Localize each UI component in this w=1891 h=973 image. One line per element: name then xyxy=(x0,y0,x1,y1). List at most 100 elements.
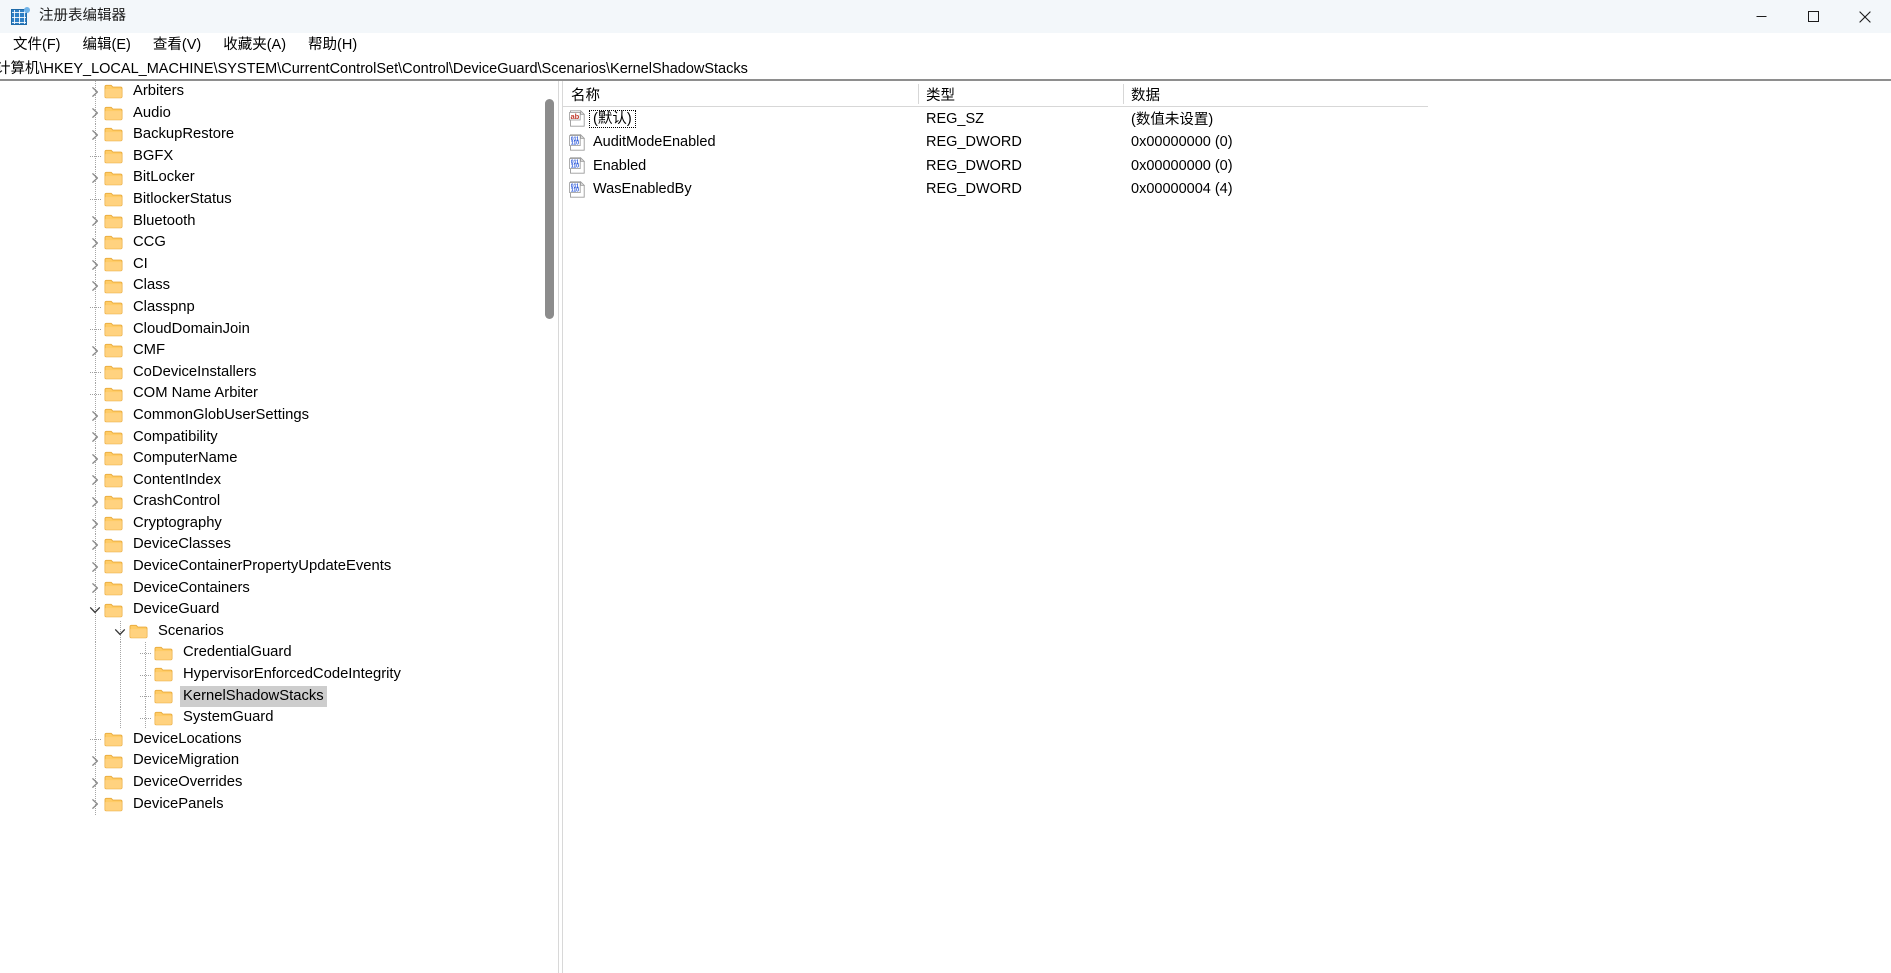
tree-node-hit[interactable]: CCG xyxy=(86,232,169,254)
chevron-right-icon[interactable] xyxy=(86,794,104,816)
tree-node[interactable]: SystemGuard xyxy=(0,707,558,729)
chevron-right-icon[interactable] xyxy=(86,491,104,513)
tree-node-hit[interactable]: ContentIndex xyxy=(86,470,224,492)
value-row[interactable]: 011 110 WasEnabledBy REG_DWORD 0x00000004 (4… xyxy=(563,178,1891,202)
tree-node-hit[interactable]: DeviceMigration xyxy=(86,750,242,772)
tree-node-hit[interactable]: HypervisorEnforcedCodeIntegrity xyxy=(136,664,404,686)
menu-file[interactable]: 文件(F) xyxy=(2,36,72,56)
tree-node[interactable]: Scenarios xyxy=(0,620,558,643)
tree-node-hit[interactable]: CrashControl xyxy=(86,491,223,513)
tree-node[interactable]: Bluetooth xyxy=(0,210,558,233)
tree-node[interactable]: CrashControl xyxy=(0,491,558,513)
chevron-right-icon[interactable] xyxy=(86,427,104,449)
chevron-right-icon[interactable] xyxy=(86,772,104,794)
tree-node[interactable]: COM Name Arbiter xyxy=(0,383,558,405)
tree-node[interactable]: CI xyxy=(0,253,558,276)
value-name-cell[interactable]: 011 110 AuditModeEnabled xyxy=(563,131,918,155)
tree-scrollbar-thumb[interactable] xyxy=(545,99,554,319)
tree-node-hit[interactable]: DeviceClasses xyxy=(86,534,234,556)
address-bar[interactable]: 计算机\HKEY_LOCAL_MACHINE\SYSTEM\CurrentCon… xyxy=(0,58,1891,81)
address-path[interactable]: 计算机\HKEY_LOCAL_MACHINE\SYSTEM\CurrentCon… xyxy=(0,59,748,79)
tree-node-hit[interactable]: COM Name Arbiter xyxy=(86,383,261,405)
tree-node-hit[interactable]: DeviceOverrides xyxy=(86,772,245,794)
chevron-right-icon[interactable] xyxy=(86,534,104,556)
tree-node[interactable]: DeviceGuard xyxy=(0,599,558,621)
tree-node-hit[interactable]: DeviceGuard xyxy=(86,599,222,621)
tree-node[interactable]: CloudDomainJoin xyxy=(0,318,558,341)
tree-node-hit[interactable]: CMF xyxy=(86,340,168,362)
value-row[interactable]: 011 110 AuditModeEnabled REG_DWORD 0x0000000… xyxy=(563,131,1891,155)
value-name-cell[interactable]: 011 110 Enabled xyxy=(563,154,918,178)
tree-node-hit[interactable]: BitLocker xyxy=(86,167,198,189)
tree-node[interactable]: DeviceContainerPropertyUpdateEvents xyxy=(0,556,558,578)
chevron-right-icon[interactable] xyxy=(86,556,104,578)
tree-node[interactable]: CredentialGuard xyxy=(0,642,558,665)
tree-node-hit[interactable]: DevicePanels xyxy=(86,794,226,816)
tree-node-hit[interactable]: BackupRestore xyxy=(86,124,237,146)
tree-node[interactable]: BitLocker xyxy=(0,167,558,189)
menu-edit[interactable]: 编辑(E) xyxy=(72,36,142,56)
title-bar[interactable]: 注册表编辑器 xyxy=(0,0,1891,33)
chevron-right-icon[interactable] xyxy=(86,750,104,772)
tree-node[interactable]: BackupRestore xyxy=(0,124,558,146)
tree-node-hit[interactable]: BGFX xyxy=(86,146,176,168)
tree-node[interactable]: CoDeviceInstallers xyxy=(0,361,558,384)
tree-node-hit[interactable]: CloudDomainJoin xyxy=(86,319,253,341)
tree-node[interactable]: Compatibility xyxy=(0,426,558,449)
tree-node-hit[interactable]: CoDeviceInstallers xyxy=(86,362,259,384)
chevron-right-icon[interactable] xyxy=(86,103,104,125)
tree-node-hit[interactable]: BitlockerStatus xyxy=(86,189,235,211)
tree-node[interactable]: DeviceLocations xyxy=(0,728,558,751)
tree-node[interactable]: DevicePanels xyxy=(0,793,558,816)
tree-node-hit[interactable]: Bluetooth xyxy=(86,211,199,233)
column-header-data[interactable]: 数据 xyxy=(1123,81,1891,107)
tree-node-hit[interactable]: Cryptography xyxy=(86,513,225,535)
chevron-right-icon[interactable] xyxy=(86,470,104,492)
chevron-right-icon[interactable] xyxy=(86,254,104,276)
chevron-down-icon[interactable] xyxy=(111,621,129,643)
tree-node-hit[interactable]: Class xyxy=(86,275,173,297)
tree-node[interactable]: CommonGlobUserSettings xyxy=(0,404,558,427)
tree-node[interactable]: BitlockerStatus xyxy=(0,188,558,211)
chevron-right-icon[interactable] xyxy=(86,81,104,103)
tree-node[interactable]: DeviceClasses xyxy=(0,534,558,557)
chevron-right-icon[interactable] xyxy=(86,513,104,535)
chevron-right-icon[interactable] xyxy=(86,578,104,600)
value-name-cell[interactable]: ab (默认) xyxy=(563,107,918,131)
tree-node-hit[interactable]: KernelShadowStacks xyxy=(136,685,327,708)
tree-node[interactable]: CMF xyxy=(0,340,558,362)
tree-node-hit[interactable]: Arbiters xyxy=(86,81,187,103)
close-button[interactable] xyxy=(1839,0,1891,33)
tree-node[interactable]: DeviceContainers xyxy=(0,577,558,600)
tree-node[interactable]: BGFX xyxy=(0,145,558,168)
value-row[interactable]: 011 110 Enabled REG_DWORD 0x00000000 (0) xyxy=(563,154,1891,178)
chevron-right-icon[interactable] xyxy=(86,275,104,297)
menu-help[interactable]: 帮助(H) xyxy=(297,36,368,56)
tree-node[interactable]: DeviceMigration xyxy=(0,750,558,772)
tree-node[interactable]: Arbiters xyxy=(0,81,558,103)
chevron-right-icon[interactable] xyxy=(86,340,104,362)
chevron-right-icon[interactable] xyxy=(86,232,104,254)
value-name-cell[interactable]: 011 110 WasEnabledBy xyxy=(563,178,918,202)
tree-node[interactable]: Audio xyxy=(0,102,558,125)
tree-node[interactable]: KernelShadowStacks xyxy=(0,685,558,708)
chevron-right-icon[interactable] xyxy=(86,124,104,146)
tree-node[interactable]: CCG xyxy=(0,232,558,254)
tree-node[interactable]: Class xyxy=(0,275,558,297)
tree-node-hit[interactable]: SystemGuard xyxy=(136,707,276,729)
chevron-right-icon[interactable] xyxy=(86,211,104,233)
chevron-right-icon[interactable] xyxy=(86,405,104,427)
tree-node[interactable]: HypervisorEnforcedCodeIntegrity xyxy=(0,664,558,686)
maximize-button[interactable] xyxy=(1787,0,1839,33)
chevron-right-icon[interactable] xyxy=(86,167,104,189)
tree-node[interactable]: ComputerName xyxy=(0,448,558,470)
tree-node-hit[interactable]: DeviceContainers xyxy=(86,578,253,600)
menu-favorites[interactable]: 收藏夹(A) xyxy=(212,36,297,56)
minimize-button[interactable] xyxy=(1735,0,1787,33)
tree-node-hit[interactable]: Classpnp xyxy=(86,297,198,319)
menu-view[interactable]: 查看(V) xyxy=(142,36,212,56)
chevron-down-icon[interactable] xyxy=(86,599,104,621)
tree-node-hit[interactable]: ComputerName xyxy=(86,448,240,470)
tree-node-hit[interactable]: CI xyxy=(86,254,151,276)
tree-node[interactable]: DeviceOverrides xyxy=(0,772,558,794)
